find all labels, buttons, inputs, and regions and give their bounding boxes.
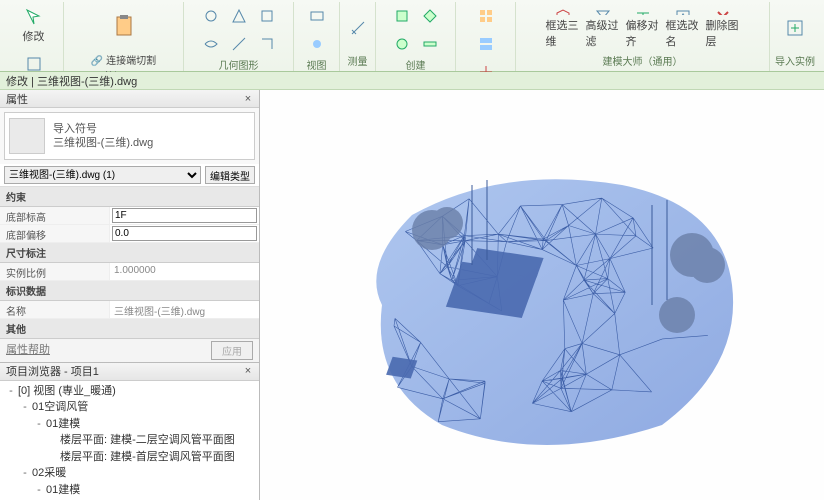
offset-align-button[interactable]: 偏移对齐 <box>625 6 661 50</box>
create-tool-icon[interactable] <box>390 4 414 28</box>
link-cut-button[interactable]: 🔗 连接端切割 <box>89 52 158 67</box>
context-title-bar: 修改 | 三维视图-(三维).dwg <box>0 72 824 90</box>
tree-node[interactable]: -01空调风管 <box>4 399 255 416</box>
geom-tool-icon[interactable] <box>199 4 223 28</box>
delete-layer-button[interactable]: 删除图层 <box>705 6 741 50</box>
type-selector-dropdown[interactable]: 三维视图-(三维).dwg (1) <box>4 166 201 184</box>
properties-help-link[interactable]: 属性帮助 <box>6 341 50 360</box>
prop-label: 底部标高 <box>0 207 110 224</box>
box-3d-select-button[interactable]: 框选三维 <box>545 6 581 50</box>
instance-scale-value: 1.000000 <box>110 263 259 280</box>
category-other: 其他 <box>0 319 259 338</box>
properties-grid: 约束 底部标高 底部偏移 尺寸标注 实例比例1.000000 标识数据 名称三维… <box>0 187 259 338</box>
mode-tool-icon[interactable] <box>474 32 498 56</box>
close-icon[interactable]: × <box>241 364 255 378</box>
view-tool-icon[interactable] <box>305 32 329 56</box>
terrain-mesh <box>322 125 762 465</box>
category-dims: 尺寸标注 <box>0 243 259 263</box>
tree-node[interactable]: 楼层平面: 建模-二层空调风管平面图 <box>4 432 255 449</box>
group-label-geometry: 几何图形 <box>219 56 259 73</box>
type-preview: 导入符号 三维视图-(三维).dwg <box>4 112 255 160</box>
group-label-import: 导入实例 <box>775 52 815 69</box>
modify-tool[interactable]: 修改 <box>16 4 52 48</box>
geom-tool-icon[interactable] <box>199 32 223 56</box>
group-label-view: 视图 <box>307 56 327 73</box>
view-tool-icon[interactable] <box>305 4 329 28</box>
mode-tool-icon[interactable] <box>474 4 498 28</box>
prop-label: 名称 <box>0 301 110 318</box>
tree-node[interactable]: -02采暖 <box>4 465 255 482</box>
paste-button[interactable] <box>106 4 142 48</box>
family-name-label: 三维视图-(三维).dwg <box>53 136 153 150</box>
geom-tool-icon[interactable] <box>227 4 251 28</box>
base-offset-input[interactable] <box>112 226 257 241</box>
project-browser: 项目浏览器 - 项目1 × -[0] 视图 (専业_暖通)-01空调风管-01建… <box>0 362 259 500</box>
category-identity: 标识数据 <box>0 281 259 301</box>
group-label-create: 创建 <box>406 56 426 73</box>
name-value: 三维视图-(三维).dwg <box>110 301 259 318</box>
category-constraints: 约束 <box>0 187 259 207</box>
svg-text:A: A <box>679 12 687 15</box>
edit-type-button[interactable]: 编辑类型 <box>205 166 255 184</box>
3d-viewport[interactable] <box>260 90 824 500</box>
group-label-master: 建模大师（通用） <box>603 52 683 69</box>
advanced-filter-button[interactable]: 高级过滤 <box>585 6 621 50</box>
box-rename-button[interactable]: A框选改名 <box>665 6 701 50</box>
geom-tool-icon[interactable] <box>255 4 279 28</box>
project-tree[interactable]: -[0] 视图 (専业_暖通)-01空调风管-01建模楼层平面: 建模-二层空调… <box>0 381 259 500</box>
apply-button[interactable]: 应用 <box>211 341 253 360</box>
ribbon-toolbar: 修改 选择 ▾ 🔗 连接端切割 ✂ 剪切 ▾ ⬚ 粘贴 ▾ 剪贴板 <box>0 0 824 72</box>
properties-panel-header: 属性 × <box>0 90 259 108</box>
prop-label: 底部偏移 <box>0 225 110 242</box>
tree-node[interactable]: -01建模 <box>4 416 255 433</box>
base-level-input[interactable] <box>112 208 257 223</box>
create-tool-icon[interactable] <box>418 32 442 56</box>
group-label-measure: 测量 <box>348 52 368 69</box>
tree-node[interactable]: 楼层平面: 建模-首层空调风管平面图 <box>4 449 255 466</box>
tree-node[interactable]: -01建模 <box>4 482 255 499</box>
tree-node[interactable]: -[0] 视图 (専业_暖通) <box>4 383 255 400</box>
thumbnail-icon <box>9 118 45 154</box>
close-icon[interactable]: × <box>241 92 255 106</box>
browser-header: 项目浏览器 - 项目1 × <box>0 363 259 381</box>
import-instance-icon[interactable] <box>783 16 807 40</box>
create-tool-icon[interactable] <box>418 4 442 28</box>
geom-tool-icon[interactable] <box>227 32 251 56</box>
geom-tool-icon[interactable] <box>255 32 279 56</box>
prop-label: 实例比例 <box>0 263 110 280</box>
create-tool-icon[interactable] <box>390 32 414 56</box>
measure-tool-icon[interactable] <box>346 16 370 40</box>
family-type-label: 导入符号 <box>53 122 153 136</box>
